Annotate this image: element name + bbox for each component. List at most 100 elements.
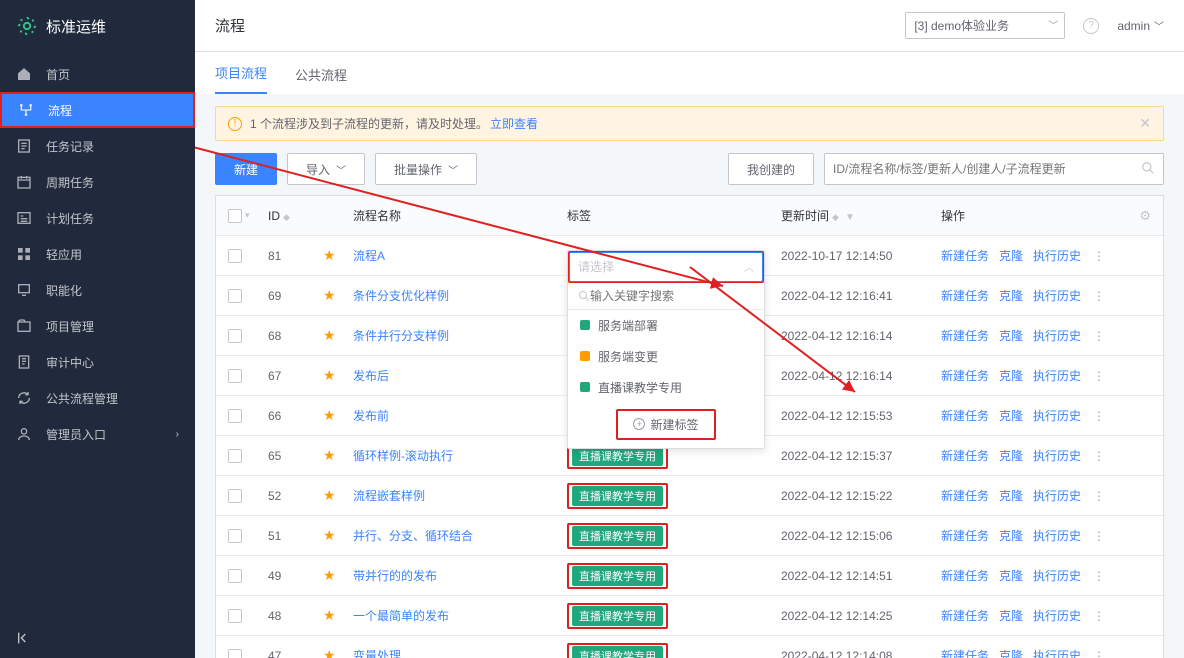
op-history[interactable]: 执行历史 [1033,487,1081,504]
op-clone[interactable]: 克隆 [999,247,1023,264]
op-clone[interactable]: 克隆 [999,327,1023,344]
flow-name-link[interactable]: 发布前 [353,407,567,424]
star-icon[interactable]: ★ [323,447,336,463]
op-clone[interactable]: 克隆 [999,607,1023,624]
op-new-task[interactable]: 新建任务 [941,287,989,304]
flow-name-link[interactable]: 流程A [353,247,567,264]
row-checkbox[interactable] [228,369,242,383]
op-history[interactable]: 执行历史 [1033,327,1081,344]
star-icon[interactable]: ★ [323,367,336,383]
op-clone[interactable]: 克隆 [999,407,1023,424]
import-button[interactable]: 导入﹀ [287,153,365,185]
sidebar-item-task-record[interactable]: 任务记录 [0,128,195,164]
op-clone[interactable]: 克隆 [999,367,1023,384]
sidebar-item-admin[interactable]: 管理员入口 › [0,416,195,452]
business-selector[interactable]: [3] demo体验业务 [905,12,1065,39]
star-icon[interactable]: ★ [323,487,336,503]
op-new-task[interactable]: 新建任务 [941,647,989,658]
op-clone[interactable]: 克隆 [999,527,1023,544]
flow-name-link[interactable]: 流程嵌套样例 [353,487,567,504]
more-icon[interactable]: ⋮ [1091,609,1107,623]
op-history[interactable]: 执行历史 [1033,407,1081,424]
create-tag-button[interactable]: + 新建标签 [616,409,716,440]
sidebar-item-flows[interactable]: 流程 [0,92,195,128]
op-history[interactable]: 执行历史 [1033,247,1081,264]
select-all-checkbox[interactable] [228,209,242,223]
more-icon[interactable]: ⋮ [1091,449,1107,463]
op-history[interactable]: 执行历史 [1033,607,1081,624]
op-new-task[interactable]: 新建任务 [941,367,989,384]
op-history[interactable]: 执行历史 [1033,367,1081,384]
star-icon[interactable]: ★ [323,567,336,583]
sidebar-item-functional[interactable]: 职能化 [0,272,195,308]
flow-name-link[interactable]: 发布后 [353,367,567,384]
op-history[interactable]: 执行历史 [1033,647,1081,658]
close-icon[interactable]: ✕ [1139,115,1151,132]
batch-button[interactable]: 批量操作﹀ [375,153,477,185]
sidebar-item-public-flow[interactable]: 公共流程管理 [0,380,195,416]
sidebar-item-lightapp[interactable]: 轻应用 [0,236,195,272]
row-checkbox[interactable] [228,329,242,343]
tag-select-input[interactable]: 请选择 ︿ [569,252,763,282]
sidebar-item-planned[interactable]: 计划任务 [0,200,195,236]
op-history[interactable]: 执行历史 [1033,447,1081,464]
row-checkbox[interactable] [228,249,242,263]
tab-project-flow[interactable]: 项目流程 [215,53,267,94]
more-icon[interactable]: ⋮ [1091,649,1107,658]
row-checkbox[interactable] [228,609,242,623]
tag-option[interactable]: 服务端部署 [568,310,764,341]
more-icon[interactable]: ⋮ [1091,249,1107,263]
more-icon[interactable]: ⋮ [1091,289,1107,303]
more-icon[interactable]: ⋮ [1091,329,1107,343]
more-icon[interactable]: ⋮ [1091,369,1107,383]
op-new-task[interactable]: 新建任务 [941,247,989,264]
more-icon[interactable]: ⋮ [1091,489,1107,503]
op-history[interactable]: 执行历史 [1033,287,1081,304]
op-new-task[interactable]: 新建任务 [941,567,989,584]
op-new-task[interactable]: 新建任务 [941,487,989,504]
row-checkbox[interactable] [228,409,242,423]
tag-search-input[interactable] [590,289,754,303]
op-new-task[interactable]: 新建任务 [941,607,989,624]
sidebar-collapse-button[interactable] [0,618,195,658]
star-icon[interactable]: ★ [323,247,336,263]
user-menu[interactable]: admin ﹀ [1117,18,1164,33]
help-icon[interactable]: ? [1083,18,1099,34]
col-updated[interactable]: 更新时间 [781,209,829,223]
op-new-task[interactable]: 新建任务 [941,447,989,464]
sidebar-item-audit[interactable]: 审计中心 [0,344,195,380]
row-checkbox[interactable] [228,289,242,303]
row-checkbox[interactable] [228,569,242,583]
sidebar-item-periodic[interactable]: 周期任务 [0,164,195,200]
star-icon[interactable]: ★ [323,607,336,623]
flow-name-link[interactable]: 变量处理 [353,647,567,658]
sort-icon[interactable]: ◆ [832,212,839,222]
star-icon[interactable]: ★ [323,527,336,543]
search-box[interactable] [824,153,1164,185]
gear-icon[interactable]: ⚙ [1139,208,1151,224]
sort-icon[interactable]: ◆ [283,212,290,222]
tag-search[interactable] [568,283,764,310]
row-checkbox[interactable] [228,529,242,543]
tab-public-flow[interactable]: 公共流程 [295,55,347,94]
star-icon[interactable]: ★ [323,287,336,303]
op-clone[interactable]: 克隆 [999,487,1023,504]
my-created-button[interactable]: 我创建的 [728,153,814,185]
star-icon[interactable]: ★ [323,327,336,343]
col-name[interactable]: 流程名称 [353,207,567,224]
row-checkbox[interactable] [228,449,242,463]
op-clone[interactable]: 克隆 [999,567,1023,584]
star-icon[interactable]: ★ [323,647,336,658]
row-checkbox[interactable] [228,649,242,658]
op-clone[interactable]: 克隆 [999,287,1023,304]
star-icon[interactable]: ★ [323,407,336,423]
more-icon[interactable]: ⋮ [1091,409,1107,423]
op-new-task[interactable]: 新建任务 [941,327,989,344]
more-icon[interactable]: ⋮ [1091,569,1107,583]
chevron-down-icon[interactable]: ▾ [245,210,250,221]
row-checkbox[interactable] [228,489,242,503]
flow-name-link[interactable]: 并行、分支、循环结合 [353,527,567,544]
search-input[interactable] [833,162,1141,176]
alert-link[interactable]: 立即查看 [490,115,538,132]
logo[interactable]: 标准运维 [0,0,195,52]
